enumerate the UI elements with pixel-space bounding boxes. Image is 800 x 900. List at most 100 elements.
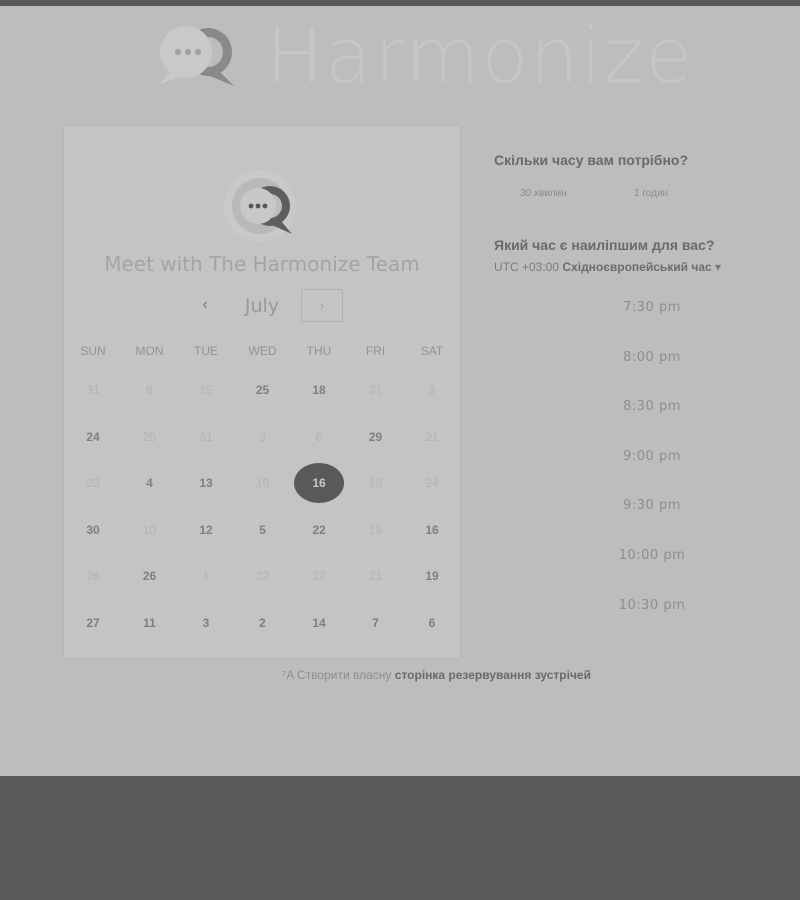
calendar-day: 21	[348, 370, 404, 410]
calendar-day: 22	[235, 556, 291, 596]
calendar-day[interactable]: 19	[404, 556, 460, 596]
calendar-day-number: 1	[202, 569, 210, 583]
time-slot[interactable]: 8:30 pm	[560, 399, 744, 414]
calendar-day-number: 21	[368, 383, 383, 397]
calendar-day[interactable]: 27	[65, 603, 121, 643]
calendar-day[interactable]: 7	[348, 603, 404, 643]
calendar-day-number: 27	[86, 615, 100, 630]
weekday-header: SUN	[80, 344, 106, 358]
calendar-day-number: 6	[428, 615, 436, 630]
calendar-day-number: 25	[142, 429, 157, 444]
calendar-day-number: 16	[425, 522, 439, 537]
weekday-header: THU	[306, 344, 332, 358]
calendar-day: 25	[122, 417, 178, 457]
calendar-day-number: 6	[315, 429, 323, 444]
calendar-day-number: 31	[199, 429, 213, 444]
calendar-day: 10	[235, 463, 291, 503]
calendar-day: 18	[348, 463, 404, 503]
footer-text: Створити власну	[297, 668, 392, 682]
calendar-day[interactable]: 11	[122, 603, 178, 643]
calendar-day[interactable]: 4	[122, 463, 178, 503]
language-icon: ⁷A	[282, 668, 294, 682]
calendar-day[interactable]: 25	[235, 370, 291, 410]
time-slot[interactable]: 7:30 pm	[560, 300, 744, 315]
calendar-day-number: 10	[142, 522, 157, 537]
calendar-day[interactable]: 30	[65, 510, 121, 550]
calendar-day-number: 16	[294, 463, 344, 503]
time-slot[interactable]: 9:30 pm	[560, 498, 744, 513]
calendar-day: 3	[235, 417, 291, 457]
calendar-day[interactable]: 26	[122, 556, 178, 596]
weekday-header: MON	[135, 344, 164, 358]
calendar-day[interactable]: 29	[348, 417, 404, 457]
weekday-header: WED	[248, 344, 277, 358]
calendar-day-number: 9	[428, 383, 436, 397]
calendar-day[interactable]: 13	[178, 463, 234, 503]
calendar-day-number: 24	[86, 429, 100, 444]
calendar-day[interactable]: 2	[235, 603, 291, 643]
calendar-day[interactable]: 18	[291, 370, 347, 410]
calendar-day-number: 26	[86, 569, 100, 583]
calendar-day-number: 31	[86, 383, 100, 397]
time-slot[interactable]: 10:30 pm	[560, 598, 744, 613]
calendar-day-number: 3	[202, 615, 210, 630]
time-slot[interactable]: 10:00 pm	[560, 548, 744, 563]
duration-option-30min[interactable]: 30 хвилин	[520, 188, 567, 199]
calendar-day[interactable]: 5	[235, 510, 291, 550]
duration-option-1hour[interactable]: 1 годин	[634, 188, 668, 199]
calendar-day: 18	[348, 510, 404, 550]
calendar-day-number: 18	[312, 383, 326, 397]
calendar-day[interactable]: 6	[404, 603, 460, 643]
timezone-selector[interactable]: UTC +03:00 Східноєвропейський час ▾	[494, 260, 721, 274]
month-label: July	[244, 295, 280, 317]
time-slot[interactable]: 8:00 pm	[560, 350, 744, 365]
brand-name: Harmonize	[266, 11, 695, 100]
card-title: Meet with The Harmonize Team	[104, 252, 420, 276]
calendar-day: 23	[65, 463, 121, 503]
calendar-day-number: 3	[259, 429, 266, 444]
calendar-day-number: 21	[368, 569, 383, 583]
calendar-day-number: 12	[199, 522, 213, 537]
timezone-offset: UTC +03:00	[494, 260, 560, 274]
calendar-day: 27	[291, 556, 347, 596]
calendar-day-number: 22	[255, 569, 270, 583]
calendar-day: 31	[65, 370, 121, 410]
calendar-day-number: 5	[259, 522, 266, 537]
calendar-day[interactable]: 16	[404, 510, 460, 550]
calendar-day-number: 2	[259, 615, 266, 630]
calendar-day[interactable]: 14	[291, 603, 347, 643]
calendar-day: 8	[122, 370, 178, 410]
selected-day[interactable]: 16	[291, 463, 347, 503]
calendar-day[interactable]: 24	[65, 417, 121, 457]
calendar-day[interactable]: 22	[291, 510, 347, 550]
next-month-button[interactable]: ›	[301, 289, 343, 322]
booking-page: Harmonize Meet with The Harmonize Team ‹…	[0, 6, 800, 776]
calendar-day[interactable]: 12	[178, 510, 234, 550]
calendar-card: Meet with The Harmonize Team ‹ July › SU…	[64, 126, 460, 658]
calendar-day-number: 10	[255, 476, 270, 490]
calendar-day-number: 22	[312, 522, 326, 537]
prev-month-button[interactable]: ‹	[192, 292, 218, 318]
calendar-day-number: 8	[146, 383, 153, 397]
calendar-day-number: 15	[199, 383, 213, 397]
chevron-down-icon: ▾	[715, 260, 722, 274]
chat-bubble-icon	[220, 168, 304, 249]
calendar-day-number: 13	[199, 476, 213, 490]
footer-note: ⁷A Створити власну сторінка резервування…	[282, 668, 591, 682]
calendar-day-number: 21	[425, 429, 439, 444]
time-question: Який час є наиліпшим для вас?	[494, 237, 715, 253]
booking-page-link[interactable]: сторінка резервування зустрічей	[395, 668, 591, 682]
chat-bubble-logo-icon	[150, 22, 240, 93]
weekday-header: TUE	[194, 344, 218, 358]
calendar-day: 9	[404, 370, 460, 410]
timezone-name: Східноєвропейський час	[562, 260, 712, 274]
calendar-day: 1	[178, 556, 234, 596]
calendar-day[interactable]: 3	[178, 603, 234, 643]
time-slot[interactable]: 9:00 pm	[560, 449, 744, 464]
calendar-day-number: 29	[368, 429, 383, 444]
calendar-day-number: 7	[372, 615, 379, 630]
calendar-day-number: 4	[146, 476, 153, 490]
calendar-day: 21	[348, 556, 404, 596]
calendar-day: 26	[65, 556, 121, 596]
calendar-day-number: 18	[368, 476, 383, 490]
